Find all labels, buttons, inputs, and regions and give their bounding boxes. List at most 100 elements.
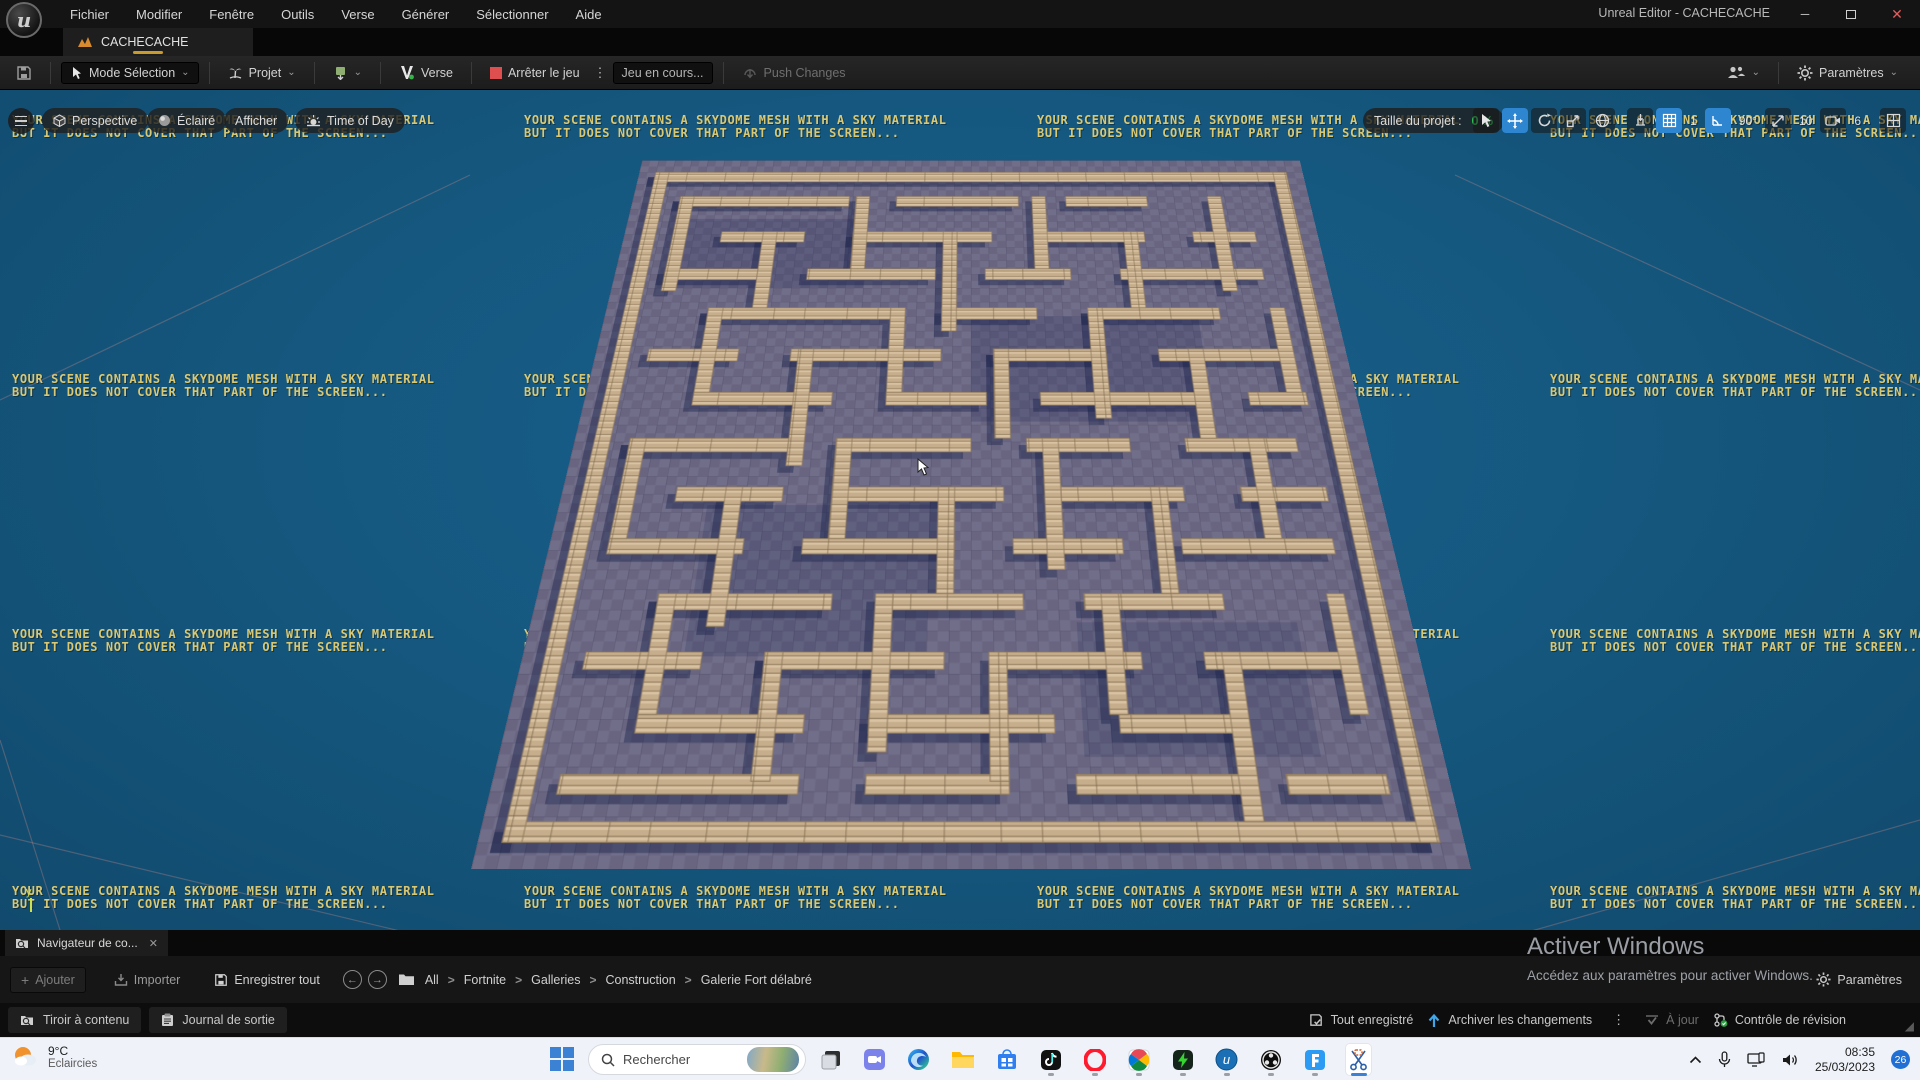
close-tab-icon[interactable]: ✕ xyxy=(145,937,158,950)
rotate-tool-button[interactable] xyxy=(1531,108,1557,133)
stop-game-button[interactable]: Arrêter le jeu xyxy=(482,63,588,83)
breadcrumb-item[interactable]: All xyxy=(425,973,439,987)
perspective-dropdown[interactable]: Perspective xyxy=(42,108,148,133)
angle-snap-value: 90° xyxy=(1734,114,1762,128)
menu-fichier[interactable]: Fichier xyxy=(70,7,109,22)
grid-snap-button[interactable] xyxy=(1656,108,1682,133)
angle-snap-button[interactable] xyxy=(1705,108,1731,133)
mouse-cursor xyxy=(917,458,930,476)
settings-dropdown[interactable]: Paramètres xyxy=(1789,62,1906,84)
taskbar-icon-photos[interactable] xyxy=(1126,1044,1151,1075)
kebab-menu-icon[interactable] xyxy=(588,65,613,81)
menu-outils[interactable]: Outils xyxy=(281,7,314,22)
breadcrumb-item[interactable]: Fortnite xyxy=(464,973,506,987)
save-all-button[interactable]: Enregistrer tout xyxy=(204,969,329,991)
svg-text:u: u xyxy=(1223,1052,1230,1067)
menu-verse[interactable]: Verse xyxy=(341,7,374,22)
resize-grip[interactable]: ◢ xyxy=(1905,1019,1914,1033)
notification-badge[interactable]: 26 xyxy=(1891,1050,1910,1069)
taskbar-icon-unreal-engine[interactable]: u xyxy=(1214,1044,1239,1075)
upload-arrow-icon xyxy=(1427,1013,1441,1028)
kebab-menu-icon[interactable] xyxy=(1606,1012,1631,1028)
title-bar: u FichierModifierFenêtreOutilsVerseGénér… xyxy=(0,0,1920,28)
microphone-icon[interactable] xyxy=(1718,1051,1731,1068)
weather-icon xyxy=(10,1042,40,1072)
menu-modifier[interactable]: Modifier xyxy=(136,7,182,22)
taskbar-icon-lightning-app[interactable] xyxy=(1170,1044,1195,1075)
revision-control-button[interactable]: Contrôle de révision xyxy=(1713,1013,1846,1028)
taskbar-icon-chat[interactable] xyxy=(862,1044,887,1075)
chevron-down-icon xyxy=(1752,68,1760,78)
menu-aide[interactable]: Aide xyxy=(576,7,602,22)
scale-snap-button[interactable] xyxy=(1765,108,1791,133)
breadcrumb-item[interactable]: Galerie Fort délabré xyxy=(701,973,812,987)
cube-icon xyxy=(53,114,66,127)
multi-user-dropdown[interactable] xyxy=(1718,62,1768,83)
taskbar-icon-microsoft-store[interactable] xyxy=(994,1044,1019,1075)
minimize-button[interactable]: ─ xyxy=(1782,0,1828,28)
screen: u Fichier Modifier Fenêtre Outils Verse Génér… xyxy=(0,0,1920,1080)
taskbar-icon-tiktok[interactable] xyxy=(1038,1044,1063,1075)
surface-snap-button[interactable] xyxy=(1627,108,1653,133)
save-button[interactable] xyxy=(8,62,40,84)
mode-selection-dropdown[interactable]: Mode Sélection xyxy=(61,62,199,84)
log-icon xyxy=(161,1013,174,1027)
scale-tool-button[interactable] xyxy=(1560,108,1586,133)
all-saved-indicator[interactable]: Tout enregistré xyxy=(1309,1013,1414,1028)
output-log-button[interactable]: Journal de sortie xyxy=(149,1007,286,1033)
menu-générer[interactable]: Générer xyxy=(402,7,450,22)
menu-fenêtre[interactable]: Fenêtre xyxy=(209,7,254,22)
forward-button[interactable]: → xyxy=(368,970,387,989)
commit-changes-button[interactable]: Archiver les changements xyxy=(1427,1013,1592,1028)
import-button[interactable]: Importer xyxy=(104,969,191,991)
weather-widget[interactable]: 9°C Eclaircies xyxy=(10,1042,97,1072)
close-button[interactable]: ✕ xyxy=(1874,0,1920,28)
move-tool-button[interactable] xyxy=(1502,108,1528,133)
taskbar-icon-edge[interactable] xyxy=(906,1044,931,1075)
maximize-viewport-button[interactable] xyxy=(1880,108,1906,133)
back-button[interactable]: ← xyxy=(343,970,362,989)
status-bar: Tiroir à contenu Journal de sortie Tout … xyxy=(0,1003,1920,1037)
lit-mode-dropdown[interactable]: Éclairé xyxy=(147,108,226,133)
taskbar-icon-snipping-tool[interactable] xyxy=(1346,1044,1371,1075)
asset-tab-cachecache[interactable]: CACHECACHE xyxy=(63,28,253,56)
game-running-button[interactable]: Jeu en cours... xyxy=(613,62,713,84)
select-tool-button[interactable] xyxy=(1473,108,1499,133)
clock[interactable]: 08:35 25/03/2023 xyxy=(1815,1045,1875,1075)
launch-island-dropdown[interactable] xyxy=(325,62,370,83)
unreal-logo-icon[interactable]: u xyxy=(6,2,42,38)
time-of-day-dropdown[interactable]: Time of Day xyxy=(295,108,405,133)
network-display-icon[interactable] xyxy=(1747,1052,1766,1068)
restore-button[interactable] xyxy=(1828,0,1874,28)
taskbar-icon-opera[interactable] xyxy=(1082,1044,1107,1075)
taskbar-icon-obs-studio[interactable] xyxy=(1258,1044,1283,1075)
push-changes-icon xyxy=(742,65,758,80)
tab-modified-indicator xyxy=(133,51,163,54)
main-toolbar: Mode Sélection Projet Verse Arrêter le j… xyxy=(0,56,1920,90)
breadcrumb-item[interactable]: Galleries xyxy=(531,973,580,987)
taskbar-icon-fortnite[interactable] xyxy=(1302,1044,1327,1075)
hidden-icons-chevron[interactable] xyxy=(1689,1056,1702,1064)
start-button[interactable] xyxy=(550,1047,576,1073)
push-changes-button[interactable]: Push Changes xyxy=(734,62,854,83)
search-box[interactable]: Rechercher xyxy=(588,1044,806,1075)
world-space-button[interactable] xyxy=(1589,108,1615,133)
content-browser-settings[interactable]: Paramètres xyxy=(1816,972,1902,987)
volume-icon[interactable] xyxy=(1782,1053,1799,1067)
content-drawer-button[interactable]: Tiroir à contenu xyxy=(8,1007,141,1033)
project-dropdown[interactable]: Projet xyxy=(220,62,304,83)
content-browser-tab[interactable]: Navigateur de co... ✕ xyxy=(5,930,168,956)
taskbar-icons: u xyxy=(818,1044,1371,1075)
camera-speed-button[interactable] xyxy=(1820,108,1846,133)
taskbar-icon-file-explorer[interactable] xyxy=(950,1044,975,1075)
taskbar-icon-task-view[interactable] xyxy=(818,1044,843,1075)
verse-button[interactable]: Verse xyxy=(391,62,461,83)
menu-sélectionner[interactable]: Sélectionner xyxy=(476,7,548,22)
saved-icon xyxy=(1309,1013,1324,1028)
stop-icon xyxy=(490,67,502,79)
show-flags-dropdown[interactable]: Afficher xyxy=(224,108,288,133)
viewport[interactable]: YOUR SCENE CONTAINS A SKYDOME MESH WITH … xyxy=(0,90,1920,930)
breadcrumb-item[interactable]: Construction xyxy=(605,973,675,987)
add-button[interactable]: + Ajouter xyxy=(10,967,86,993)
viewport-menu-button[interactable] xyxy=(8,108,34,134)
